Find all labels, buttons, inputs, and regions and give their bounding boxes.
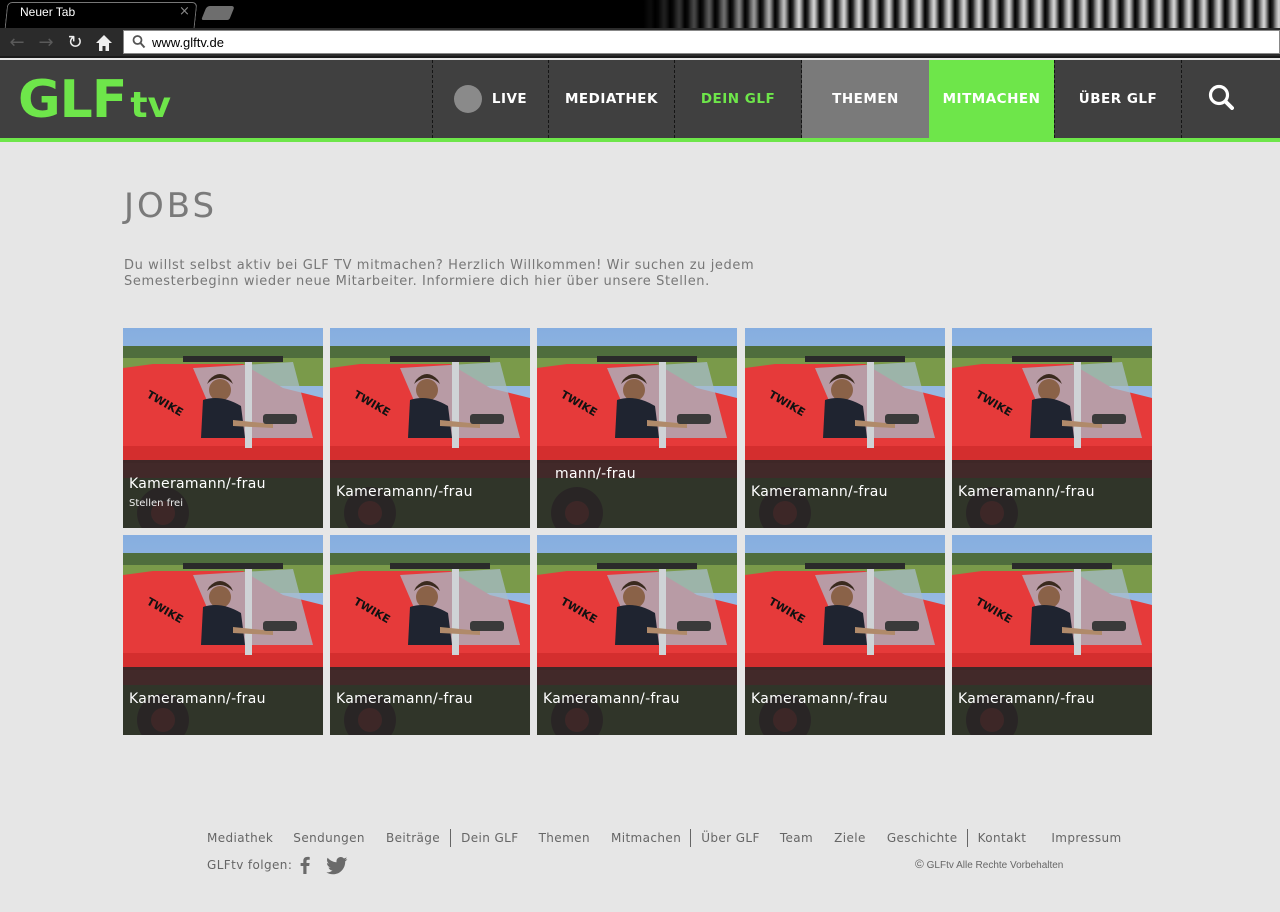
nav-item-mitmachen[interactable]: MITMACHEN: [929, 60, 1054, 138]
site-logo[interactable]: GLF tv: [18, 74, 171, 126]
footer-link-mediathek[interactable]: Mediathek: [207, 831, 273, 845]
nav-item-live[interactable]: LIVE: [433, 60, 548, 138]
url-text[interactable]: www.glftv.de: [152, 35, 224, 50]
nav-item-label: MITMACHEN: [942, 91, 1041, 107]
job-title: Kameramann/-frau: [958, 691, 1095, 707]
footer-link-mitmachen[interactable]: Mitmachen: [611, 831, 681, 845]
job-title: Kameramann/-frau: [958, 484, 1095, 500]
facebook-icon[interactable]: [299, 856, 311, 874]
header-accent-line: [0, 138, 1280, 142]
copyright-icon: ©: [915, 857, 924, 871]
job-title: Kameramann/-frau: [129, 476, 266, 492]
job-card[interactable]: Kameramann/-frau: [952, 328, 1152, 528]
footer-link-team[interactable]: Team: [780, 831, 813, 845]
job-title: Kameramann/-frau: [336, 691, 473, 707]
nav-item-label: THEMEN: [832, 91, 899, 107]
page-title: JOBS: [124, 186, 218, 226]
intro-text: Du willst selbst aktiv bei GLF TV mitmac…: [124, 258, 755, 289]
job-title: Kameramann/-frau: [336, 484, 473, 500]
job-card[interactable]: Kameramann/-frau: [537, 535, 737, 735]
browser-toolbar: ← → ↻ www.glftv.de: [0, 28, 1280, 58]
job-caption: Kameramann/-frau: [952, 667, 1152, 735]
footer-link-ueber-glf[interactable]: Über GLF: [701, 831, 760, 845]
job-title: mann/-frau: [555, 466, 636, 482]
nav-item-ueber-glf[interactable]: ÜBER GLF: [1055, 60, 1181, 138]
job-caption: Kameramann/-frau: [745, 667, 945, 735]
search-icon[interactable]: [1208, 84, 1234, 110]
copyright-text: GLFtv Alle Rechte Vorbehalten: [926, 860, 1064, 871]
nav-item-label: ÜBER GLF: [1078, 91, 1158, 107]
footer-link-beitraege[interactable]: Beiträge: [386, 831, 440, 845]
job-card[interactable]: Kameramann/-frau: [123, 535, 323, 735]
job-card[interactable]: Kameramann/-frau: [952, 535, 1152, 735]
footer-link-sendungen[interactable]: Sendungen: [293, 831, 365, 845]
back-icon[interactable]: ←: [6, 32, 28, 54]
nav-item-label: MEDIATHEK: [565, 91, 658, 107]
job-caption: Kameramann/-frau: [330, 460, 530, 528]
job-card[interactable]: Kameramann/-frau: [745, 328, 945, 528]
footer-link-kontakt[interactable]: Kontakt: [978, 831, 1027, 845]
browser-tab-bar: Neuer Tab ×: [0, 0, 1280, 28]
copyright: © GLFtv Alle Rechte Vorbehalten: [915, 857, 1063, 871]
footer-separator: [450, 829, 452, 847]
nav-item-label: LIVE: [491, 91, 528, 107]
home-icon[interactable]: [93, 32, 115, 54]
nav-item-dein-glf[interactable]: DEIN GLF: [675, 60, 801, 138]
footer-link-themen[interactable]: Themen: [539, 831, 590, 845]
job-card[interactable]: Kameramann/-frau: [330, 535, 530, 735]
job-caption: Kameramann/-frau Stellen frei: [123, 460, 323, 528]
job-card[interactable]: Kameramann/-frau: [330, 328, 530, 528]
footer-link-impressum[interactable]: Impressum: [1051, 831, 1121, 845]
live-indicator-icon: [453, 85, 482, 113]
footer-link-ziele[interactable]: Ziele: [834, 831, 866, 845]
job-title: Kameramann/-frau: [751, 484, 888, 500]
logo-main: GLF: [18, 70, 127, 130]
footer-link-dein-glf[interactable]: Dein GLF: [461, 831, 518, 845]
job-caption: Kameramann/-frau: [952, 460, 1152, 528]
job-subtitle: Stellen frei: [129, 498, 183, 509]
tab-close-icon[interactable]: ×: [179, 4, 190, 19]
job-caption: mann/-frau: [537, 460, 737, 528]
nav-item-label: DEIN GLF: [700, 91, 776, 107]
forward-icon[interactable]: →: [35, 32, 57, 54]
job-caption: Kameramann/-frau: [537, 667, 737, 735]
job-card[interactable]: Kameramann/-frau: [745, 535, 945, 735]
tab-bar-background: [640, 0, 1280, 28]
search-icon: [132, 35, 146, 49]
reload-icon[interactable]: ↻: [64, 32, 86, 54]
browser-tab-title[interactable]: Neuer Tab: [20, 5, 75, 19]
footer-nav: Mediathek Sendungen Beiträge Dein GLF Th…: [207, 829, 1122, 847]
job-card[interactable]: mann/-frau: [537, 328, 737, 528]
footer-separator: [966, 829, 968, 847]
new-tab-button[interactable]: [201, 6, 235, 20]
follow-label: GLFtv folgen:: [207, 858, 293, 872]
nav-item-themen[interactable]: THEMEN: [802, 60, 929, 138]
logo-sub: tv: [130, 85, 172, 126]
job-title: Kameramann/-frau: [751, 691, 888, 707]
footer-link-geschichte[interactable]: Geschichte: [887, 831, 958, 845]
address-bar[interactable]: www.glftv.de: [123, 30, 1280, 54]
site-header: GLF tv LIVE MEDIATHEK DEIN GLF THEMEN MIT…: [0, 60, 1280, 138]
job-card[interactable]: Kameramann/-frau Stellen frei: [123, 328, 323, 528]
nav-item-mediathek[interactable]: MEDIATHEK: [549, 60, 674, 138]
job-title: Kameramann/-frau: [543, 691, 680, 707]
job-title: Kameramann/-frau: [129, 691, 266, 707]
job-caption: Kameramann/-frau: [123, 667, 323, 735]
job-caption: Kameramann/-frau: [330, 667, 530, 735]
nav-separator: [1181, 60, 1182, 138]
twitter-icon[interactable]: [326, 857, 348, 875]
job-caption: Kameramann/-frau: [745, 460, 945, 528]
footer-separator: [690, 829, 692, 847]
